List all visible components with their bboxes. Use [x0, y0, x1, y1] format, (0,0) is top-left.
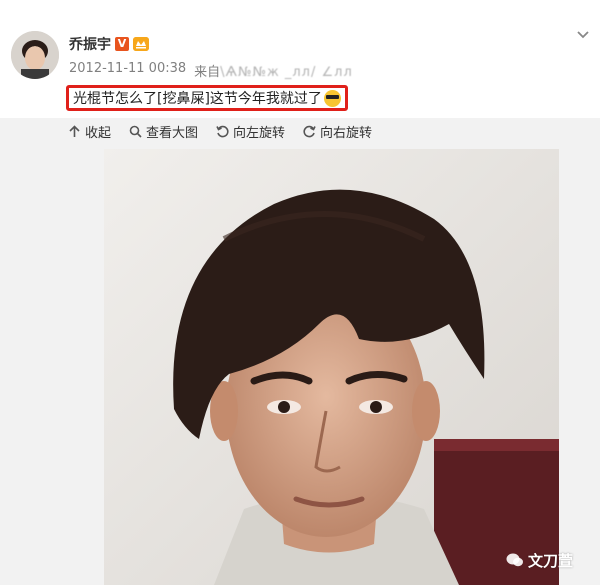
post-meta: 2012-11-11 00:38 来自\Ѧ№№ж _лл/ ∠лл — [69, 61, 353, 80]
post-source-name[interactable]: \Ѧ№№ж _лл/ ∠лл — [220, 65, 353, 80]
view-large-label: 查看大图 — [146, 125, 199, 141]
rotate-left-button[interactable]: 向左旋转 — [216, 121, 285, 141]
watermark: 文刀萱 — [506, 550, 573, 570]
avatar[interactable] — [11, 31, 59, 79]
chevron-down-icon — [577, 31, 589, 39]
watermark-text: 文刀萱 — [528, 551, 574, 570]
wechat-icon — [506, 553, 523, 567]
verified-badge-icon: V — [115, 37, 129, 51]
view-large-button[interactable]: 查看大图 — [129, 121, 198, 141]
post-text: 光棍节怎么了[挖鼻屎]这节今年我就过了 — [73, 91, 322, 107]
rotate-right-label: 向右旋转 — [320, 125, 373, 141]
search-icon — [129, 125, 142, 138]
arrow-up-icon — [69, 124, 80, 137]
rotate-left-label: 向左旋转 — [233, 125, 286, 141]
rotate-right-icon — [303, 125, 316, 137]
author-header: 乔振宇 V — [69, 34, 149, 54]
rotate-right-button[interactable]: 向右旋转 — [303, 121, 372, 141]
post-timestamp[interactable]: 2012-11-11 00:38 — [69, 61, 186, 79]
post-photo[interactable] — [104, 149, 559, 585]
media-toolbar: 收起 查看大图 向左旋转 向右旋转 — [68, 121, 372, 141]
post-source-prefix: 来自 — [194, 65, 221, 80]
avatar-photo — [11, 31, 59, 79]
collapse-label: 收起 — [85, 125, 112, 141]
collapse-button[interactable]: 收起 — [68, 121, 111, 141]
selfie-photo — [104, 149, 559, 585]
post-text-highlight: 光棍节怎么了[挖鼻屎]这节今年我就过了 — [66, 85, 348, 111]
more-options-button[interactable] — [575, 26, 591, 42]
sunglasses-emoji-icon — [323, 89, 341, 107]
rotate-left-icon — [216, 125, 229, 137]
vip-badge-icon — [133, 37, 149, 51]
author-name[interactable]: 乔振宇 — [69, 34, 111, 54]
